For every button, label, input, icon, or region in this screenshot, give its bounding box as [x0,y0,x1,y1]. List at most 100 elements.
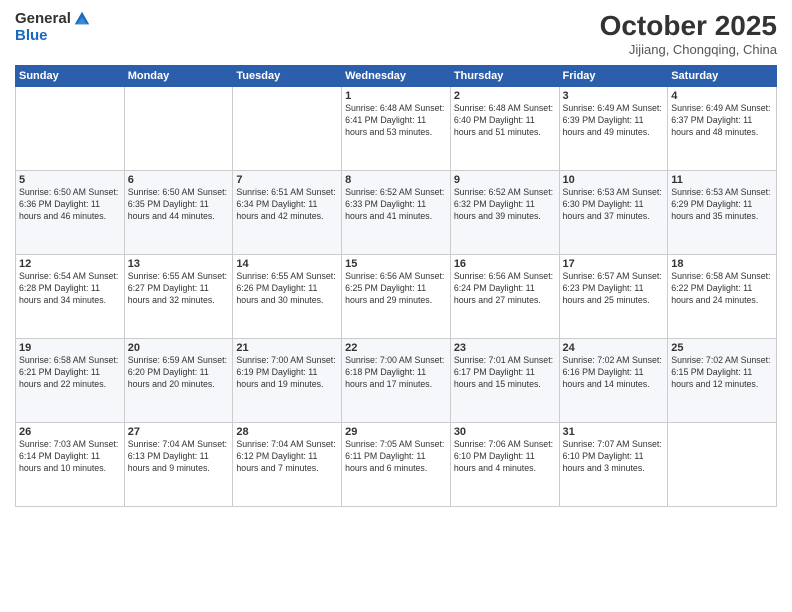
day-number: 20 [128,342,230,354]
day-info: Sunrise: 7:03 AM Sunset: 6:14 PM Dayligh… [19,439,121,475]
calendar-week-2: 5Sunrise: 6:50 AM Sunset: 6:36 PM Daylig… [16,171,777,255]
calendar-cell: 15Sunrise: 6:56 AM Sunset: 6:25 PM Dayli… [342,255,451,339]
calendar-week-3: 12Sunrise: 6:54 AM Sunset: 6:28 PM Dayli… [16,255,777,339]
calendar-week-4: 19Sunrise: 6:58 AM Sunset: 6:21 PM Dayli… [16,339,777,423]
day-number: 27 [128,426,230,438]
day-number: 4 [671,90,773,102]
logo-text: General Blue [15,10,91,45]
day-number: 19 [19,342,121,354]
day-number: 17 [563,258,665,270]
day-info: Sunrise: 6:54 AM Sunset: 6:28 PM Dayligh… [19,271,121,307]
page: General Blue October 2025 Jijiang, Chong… [0,0,792,612]
day-info: Sunrise: 7:06 AM Sunset: 6:10 PM Dayligh… [454,439,556,475]
calendar-cell: 4Sunrise: 6:49 AM Sunset: 6:37 PM Daylig… [668,87,777,171]
calendar-cell [668,423,777,507]
day-number: 23 [454,342,556,354]
day-number: 8 [345,174,447,186]
day-number: 5 [19,174,121,186]
header-cell-friday: Friday [559,66,668,87]
calendar-cell: 16Sunrise: 6:56 AM Sunset: 6:24 PM Dayli… [450,255,559,339]
day-info: Sunrise: 6:56 AM Sunset: 6:25 PM Dayligh… [345,271,447,307]
day-number: 24 [563,342,665,354]
day-info: Sunrise: 6:48 AM Sunset: 6:41 PM Dayligh… [345,103,447,139]
logo-blue: Blue [15,28,91,45]
title-block: October 2025 Jijiang, Chongqing, China [600,10,777,57]
day-info: Sunrise: 6:50 AM Sunset: 6:35 PM Dayligh… [128,187,230,223]
header: General Blue October 2025 Jijiang, Chong… [15,10,777,57]
calendar-cell: 6Sunrise: 6:50 AM Sunset: 6:35 PM Daylig… [124,171,233,255]
day-number: 29 [345,426,447,438]
day-number: 7 [236,174,338,186]
calendar-cell: 14Sunrise: 6:55 AM Sunset: 6:26 PM Dayli… [233,255,342,339]
calendar-cell: 8Sunrise: 6:52 AM Sunset: 6:33 PM Daylig… [342,171,451,255]
day-number: 12 [19,258,121,270]
day-number: 26 [19,426,121,438]
logo: General Blue [15,10,91,45]
day-number: 14 [236,258,338,270]
calendar-cell: 20Sunrise: 6:59 AM Sunset: 6:20 PM Dayli… [124,339,233,423]
day-number: 31 [563,426,665,438]
day-info: Sunrise: 6:58 AM Sunset: 6:22 PM Dayligh… [671,271,773,307]
day-number: 9 [454,174,556,186]
day-info: Sunrise: 6:56 AM Sunset: 6:24 PM Dayligh… [454,271,556,307]
day-info: Sunrise: 6:59 AM Sunset: 6:20 PM Dayligh… [128,355,230,391]
calendar-cell [16,87,125,171]
day-info: Sunrise: 7:07 AM Sunset: 6:10 PM Dayligh… [563,439,665,475]
header-cell-tuesday: Tuesday [233,66,342,87]
header-cell-wednesday: Wednesday [342,66,451,87]
header-row: SundayMondayTuesdayWednesdayThursdayFrid… [16,66,777,87]
calendar-cell: 25Sunrise: 7:02 AM Sunset: 6:15 PM Dayli… [668,339,777,423]
header-cell-sunday: Sunday [16,66,125,87]
day-info: Sunrise: 6:55 AM Sunset: 6:26 PM Dayligh… [236,271,338,307]
calendar-cell: 17Sunrise: 6:57 AM Sunset: 6:23 PM Dayli… [559,255,668,339]
calendar-cell: 26Sunrise: 7:03 AM Sunset: 6:14 PM Dayli… [16,423,125,507]
day-number: 28 [236,426,338,438]
day-number: 13 [128,258,230,270]
day-info: Sunrise: 6:50 AM Sunset: 6:36 PM Dayligh… [19,187,121,223]
calendar-cell: 24Sunrise: 7:02 AM Sunset: 6:16 PM Dayli… [559,339,668,423]
day-info: Sunrise: 7:02 AM Sunset: 6:16 PM Dayligh… [563,355,665,391]
day-info: Sunrise: 6:52 AM Sunset: 6:33 PM Dayligh… [345,187,447,223]
calendar-cell: 9Sunrise: 6:52 AM Sunset: 6:32 PM Daylig… [450,171,559,255]
day-info: Sunrise: 7:02 AM Sunset: 6:15 PM Dayligh… [671,355,773,391]
calendar-cell: 22Sunrise: 7:00 AM Sunset: 6:18 PM Dayli… [342,339,451,423]
subtitle: Jijiang, Chongqing, China [600,42,777,57]
day-info: Sunrise: 7:04 AM Sunset: 6:13 PM Dayligh… [128,439,230,475]
calendar-cell: 23Sunrise: 7:01 AM Sunset: 6:17 PM Dayli… [450,339,559,423]
calendar-cell: 2Sunrise: 6:48 AM Sunset: 6:40 PM Daylig… [450,87,559,171]
calendar-cell: 3Sunrise: 6:49 AM Sunset: 6:39 PM Daylig… [559,87,668,171]
calendar-cell: 28Sunrise: 7:04 AM Sunset: 6:12 PM Dayli… [233,423,342,507]
day-info: Sunrise: 6:53 AM Sunset: 6:29 PM Dayligh… [671,187,773,223]
day-number: 25 [671,342,773,354]
day-info: Sunrise: 6:49 AM Sunset: 6:39 PM Dayligh… [563,103,665,139]
day-info: Sunrise: 6:57 AM Sunset: 6:23 PM Dayligh… [563,271,665,307]
day-info: Sunrise: 6:52 AM Sunset: 6:32 PM Dayligh… [454,187,556,223]
day-number: 16 [454,258,556,270]
calendar-cell: 7Sunrise: 6:51 AM Sunset: 6:34 PM Daylig… [233,171,342,255]
day-info: Sunrise: 6:48 AM Sunset: 6:40 PM Dayligh… [454,103,556,139]
calendar-cell: 5Sunrise: 6:50 AM Sunset: 6:36 PM Daylig… [16,171,125,255]
calendar-cell: 13Sunrise: 6:55 AM Sunset: 6:27 PM Dayli… [124,255,233,339]
day-info: Sunrise: 6:49 AM Sunset: 6:37 PM Dayligh… [671,103,773,139]
header-cell-saturday: Saturday [668,66,777,87]
day-info: Sunrise: 6:53 AM Sunset: 6:30 PM Dayligh… [563,187,665,223]
header-cell-thursday: Thursday [450,66,559,87]
calendar-cell: 19Sunrise: 6:58 AM Sunset: 6:21 PM Dayli… [16,339,125,423]
day-number: 21 [236,342,338,354]
day-info: Sunrise: 7:04 AM Sunset: 6:12 PM Dayligh… [236,439,338,475]
day-number: 10 [563,174,665,186]
header-cell-monday: Monday [124,66,233,87]
day-number: 15 [345,258,447,270]
calendar-cell: 31Sunrise: 7:07 AM Sunset: 6:10 PM Dayli… [559,423,668,507]
day-info: Sunrise: 7:01 AM Sunset: 6:17 PM Dayligh… [454,355,556,391]
calendar-cell: 30Sunrise: 7:06 AM Sunset: 6:10 PM Dayli… [450,423,559,507]
day-info: Sunrise: 6:58 AM Sunset: 6:21 PM Dayligh… [19,355,121,391]
day-number: 22 [345,342,447,354]
logo-icon [73,10,91,28]
calendar-cell [233,87,342,171]
day-info: Sunrise: 7:00 AM Sunset: 6:19 PM Dayligh… [236,355,338,391]
day-number: 1 [345,90,447,102]
day-number: 18 [671,258,773,270]
calendar-table: SundayMondayTuesdayWednesdayThursdayFrid… [15,65,777,507]
calendar-cell: 1Sunrise: 6:48 AM Sunset: 6:41 PM Daylig… [342,87,451,171]
